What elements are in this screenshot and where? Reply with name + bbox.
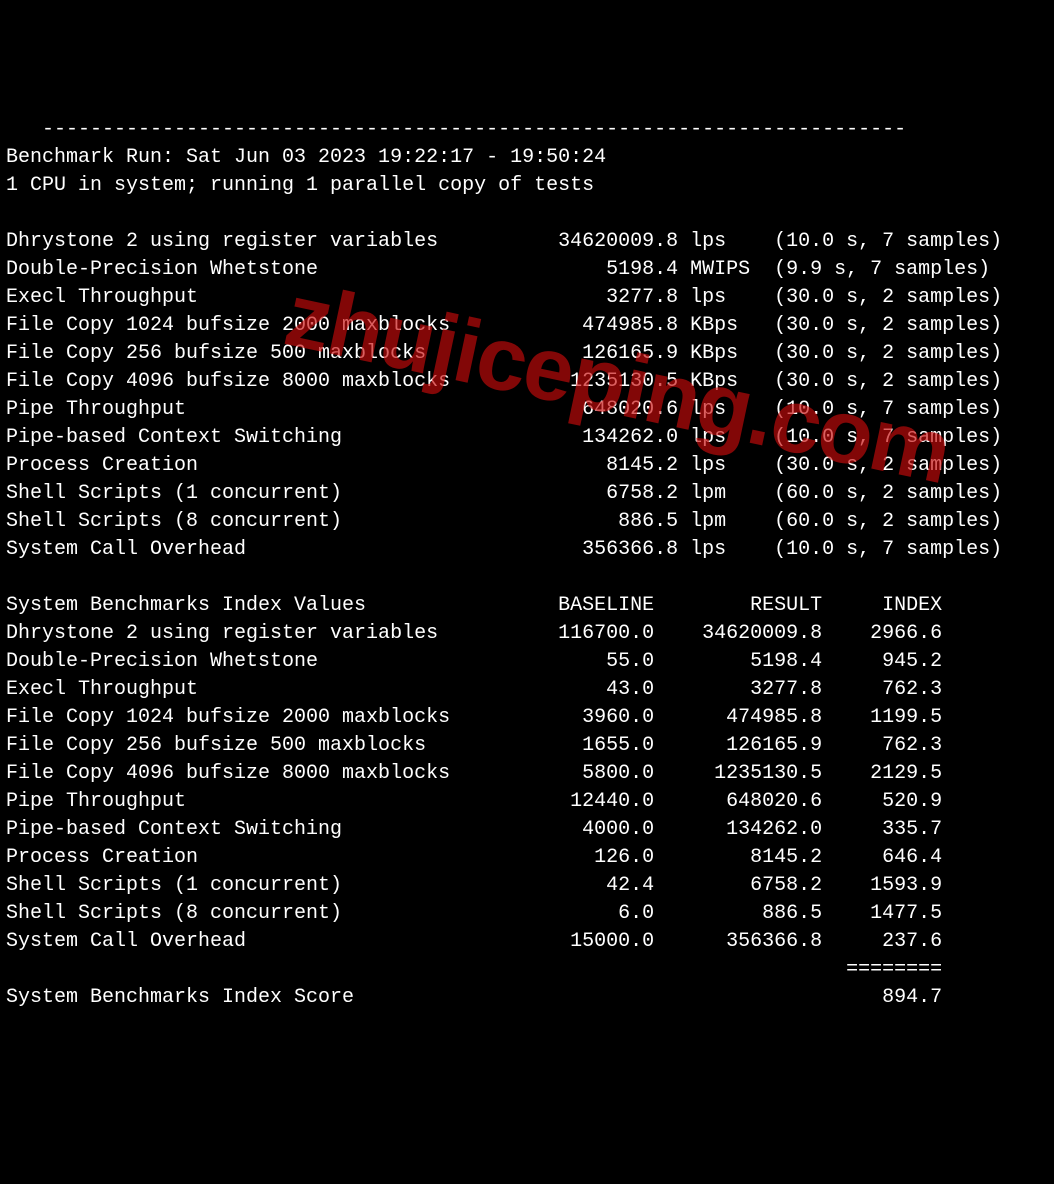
terminal-output: ----------------------------------------… bbox=[6, 116, 1048, 1012]
